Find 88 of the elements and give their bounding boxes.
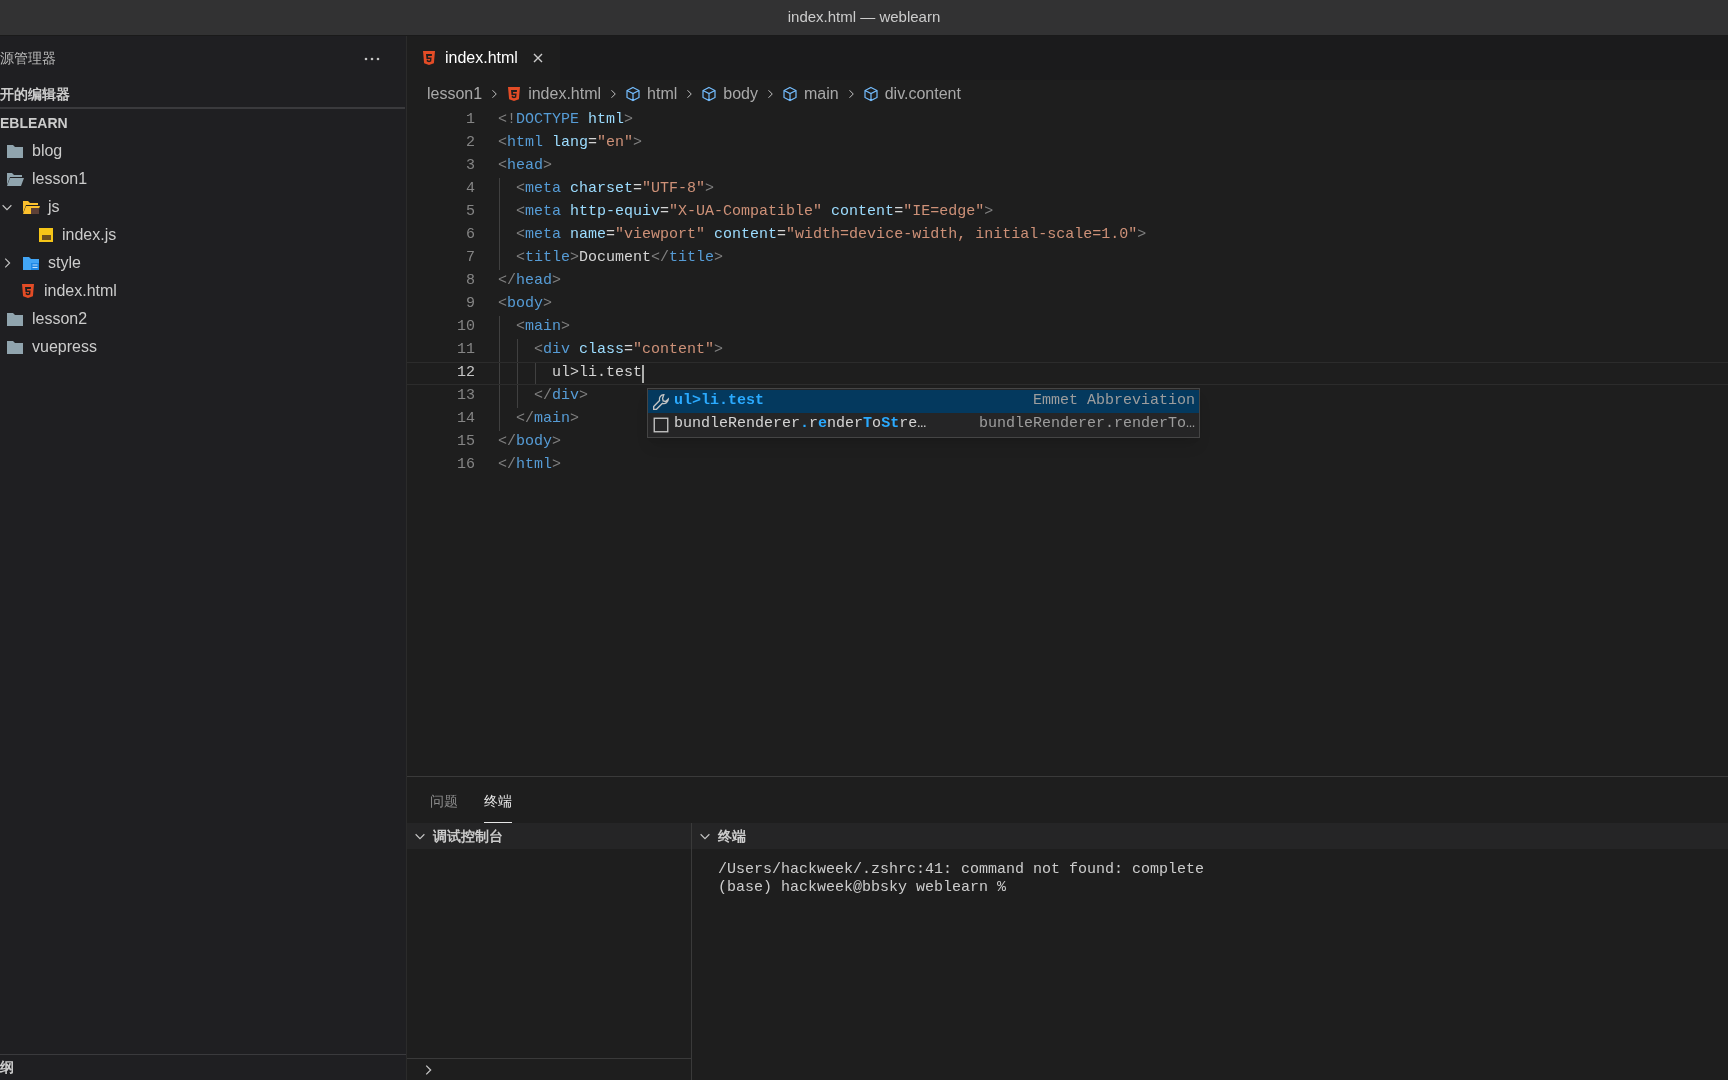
open-folder-icon (6, 171, 24, 187)
code-line: <body> (498, 294, 553, 315)
stylesheet-folder-icon (22, 255, 40, 271)
suggestion-detail: Emmet Abbreviation (1031, 391, 1195, 412)
line-number: 3 (465, 156, 475, 177)
tree-label: index.js (62, 225, 117, 245)
code-line: ul>li.test (551, 363, 643, 384)
section-header[interactable]: EBLEARN (0, 112, 68, 134)
code-line: </head> (498, 271, 562, 292)
code-line: <html lang="en"> (498, 133, 643, 154)
folder-item[interactable]: js (0, 193, 406, 221)
code-line: </div> (533, 386, 589, 407)
cube-icon (862, 86, 879, 102)
breadcrumb-item[interactable]: main (804, 82, 839, 106)
folder-icon (6, 311, 24, 327)
sidebar-title: 源管理器 (0, 49, 56, 68)
file-item[interactable]: index.js (0, 221, 406, 249)
line-number: 4 (465, 179, 475, 200)
file-item[interactable]: index.html (0, 277, 406, 305)
suggestion-item[interactable]: bundleRenderer.renderToStre… bundleRenderer.renderTo… (648, 413, 1199, 436)
line-number: 9 (465, 294, 475, 315)
cube-icon (625, 86, 642, 102)
line-number: 14 (456, 409, 475, 430)
window-title: index.html — weblearn (787, 7, 941, 28)
js-file-icon (38, 227, 54, 243)
folder-item[interactable]: lesson2 (0, 305, 406, 333)
tree-label: js (48, 197, 60, 217)
breadcrumb-item[interactable]: index.html (528, 82, 602, 106)
code-line: <meta name="viewport" content="width=device-width, initial-scale=1.0"> (515, 225, 1147, 246)
code-line: </body> (498, 432, 562, 453)
folder-item[interactable]: style (0, 249, 406, 277)
code-line: <meta http-equiv="X-UA-Compatible" content="IE=edge"> (515, 202, 994, 223)
folder-icon (6, 339, 24, 355)
suggestion-label: bundleRenderer.renderToStre… (674, 414, 927, 435)
code-line: <head> (498, 156, 553, 177)
line-number: 1 (465, 110, 475, 131)
folder-icon (6, 143, 24, 159)
square-icon (652, 415, 670, 434)
folder-item[interactable]: lesson1 (0, 165, 406, 193)
line-number: 16 (456, 455, 475, 476)
cube-icon (782, 86, 798, 102)
suggestion-label: ul>li.test (674, 391, 764, 412)
line-number: 11 (456, 340, 475, 361)
code-line: <!DOCTYPE html> (498, 110, 634, 131)
tree-label: lesson1 (32, 169, 88, 189)
breadcrumb-item[interactable]: div.content (884, 82, 961, 106)
line-number: 6 (465, 225, 475, 246)
folder-item[interactable]: vuepress (0, 333, 406, 361)
line-number: 15 (456, 432, 475, 453)
code-line: <title>Document</title> (515, 248, 724, 269)
line-number: 10 (456, 317, 475, 338)
line-number: 7 (465, 248, 475, 269)
breadcrumb-item[interactable]: body (723, 82, 758, 106)
tree-label: style (48, 253, 81, 273)
line-number: 5 (465, 202, 475, 223)
line-number: 8 (465, 271, 475, 292)
tree-label: vuepress (32, 337, 97, 357)
breadcrumb-item[interactable]: lesson1 (427, 82, 483, 106)
tree-label: index.html (44, 281, 117, 301)
more-icon[interactable] (364, 56, 380, 61)
section-header[interactable]: 纲 (0, 1057, 14, 1078)
js-folder-icon (22, 199, 40, 215)
suggestion-detail: bundleRenderer.renderTo… (977, 414, 1195, 435)
terminal-line: /Users/hackweek/.zshrc:41: command not found: complete (718, 861, 1206, 879)
line-number: 13 (456, 386, 475, 407)
line-number: 2 (465, 133, 475, 154)
line-number: 12 (456, 363, 475, 384)
panel-tab[interactable]: 问题 (430, 791, 458, 823)
html5-icon (506, 86, 523, 102)
html5-icon (421, 50, 437, 66)
suggestion-item[interactable]: ul>li.test Emmet Abbreviation (648, 390, 1199, 413)
text-cursor (642, 364, 645, 383)
tree-label: lesson2 (32, 309, 88, 329)
code-line: </main> (515, 409, 580, 430)
pane-header[interactable]: 终端 (692, 823, 1728, 849)
wrench-icon (652, 392, 670, 411)
folder-item[interactable]: blog (0, 137, 406, 165)
breadcrumb-item[interactable]: html (647, 82, 678, 106)
code-line: <div class="content"> (533, 340, 724, 361)
cube-icon (701, 86, 718, 102)
code-line: <meta charset="UTF-8"> (515, 179, 715, 200)
pane-header[interactable]: 调试控制台 (407, 823, 691, 849)
terminal-line: (base) hackweek@bbsky weblearn % (718, 879, 1008, 897)
section-header[interactable]: 开的编辑器 (0, 83, 70, 105)
code-line: <main> (515, 317, 571, 338)
code-line: </html> (498, 455, 562, 476)
tree-label: blog (32, 141, 63, 161)
html5-icon (20, 283, 36, 299)
